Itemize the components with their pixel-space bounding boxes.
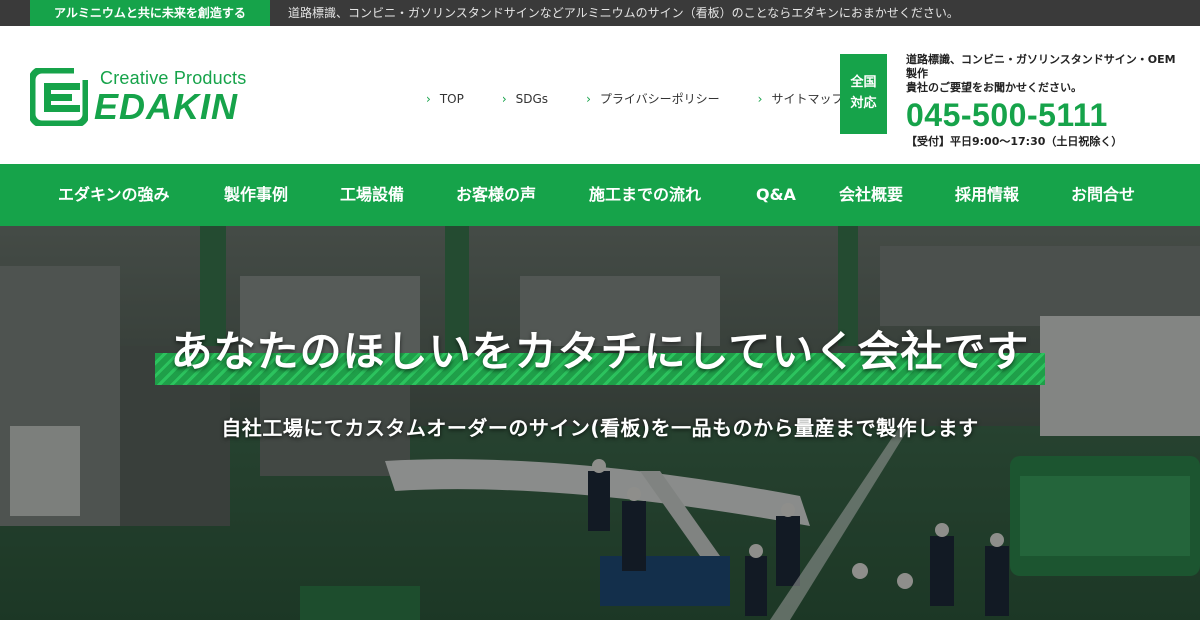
topnav-sdgs-link[interactable]: › SDGs	[502, 90, 548, 107]
business-hours: 【受付】平日9:00～17:30（土日祝除く）	[906, 135, 1123, 148]
nav-contact[interactable]: お問合せ	[1071, 164, 1135, 226]
nav-company[interactable]: 会社概要	[839, 164, 903, 226]
contact-block: 道路標識、コンビニ・ガソリンスタンドサイン・OEM製作 貴社のご要望をお聞かせく…	[906, 53, 1186, 149]
logo-name: EDAKIN	[94, 86, 239, 127]
chevron-right-icon: ›	[757, 91, 763, 106]
topnav-top-link[interactable]: › TOP	[426, 90, 464, 107]
nav-recruit[interactable]: 採用情報	[955, 164, 1019, 226]
hero-subline: 自社工場にてカスタムオーダーのサイン(看板)を一品ものから量産まで製作します	[221, 416, 979, 440]
hero-banner: あなたのほしいをカタチにしていく会社です 自社工場にてカスタムオーダーのサイン(…	[0, 226, 1200, 620]
topnav-privacy-link[interactable]: › プライバシーポリシー	[586, 90, 720, 107]
nav-factory[interactable]: 工場設備	[340, 164, 404, 226]
top-strip: アルミニウムと共に未来を創造する 道路標識、コンビニ・ガソリンスタンドサインなど…	[0, 0, 1200, 26]
phone-number-link[interactable]: 045-500-5111	[906, 97, 1186, 133]
site-logo[interactable]: Creative Products EDAKIN	[30, 66, 270, 128]
main-nav: エダキンの強み 製作事例 工場設備 お客様の声 施工までの流れ Q&A 会社概要…	[0, 164, 1200, 226]
site-header: Creative Products EDAKIN › TOP › SDGs › プライ…	[0, 26, 1200, 164]
edakin-e-logo-icon	[30, 68, 88, 126]
contact-desc-line2: 貴社のご要望をお聞かせください。	[906, 81, 1082, 94]
nav-strengths[interactable]: エダキンの強み	[58, 164, 170, 226]
hero-headline: あなたのほしいをカタチにしていく会社です	[170, 327, 1030, 376]
nav-works[interactable]: 製作事例	[224, 164, 288, 226]
nav-voices[interactable]: お客様の声	[456, 164, 536, 226]
tagline: アルミニウムと共に未来を創造する	[30, 0, 270, 26]
contact-desc-line1: 道路標識、コンビニ・ガソリンスタンドサイン・OEM製作	[906, 53, 1176, 80]
nav-flow[interactable]: 施工までの流れ	[589, 164, 701, 226]
nav-qa[interactable]: Q&A	[756, 164, 796, 226]
chevron-right-icon: ›	[501, 91, 507, 106]
intro-text: 道路標識、コンビニ・ガソリンスタンドサインなどアルミニウムのサイン（看板）のこと…	[288, 6, 959, 20]
utility-nav: › TOP › SDGs › プライバシーポリシー › サイトマップ	[426, 90, 843, 107]
topnav-sitemap-link[interactable]: › サイトマップ	[758, 90, 844, 107]
chevron-right-icon: ›	[586, 91, 591, 106]
nationwide-badge: 全国 対応	[840, 54, 887, 134]
chevron-right-icon: ›	[426, 91, 431, 106]
